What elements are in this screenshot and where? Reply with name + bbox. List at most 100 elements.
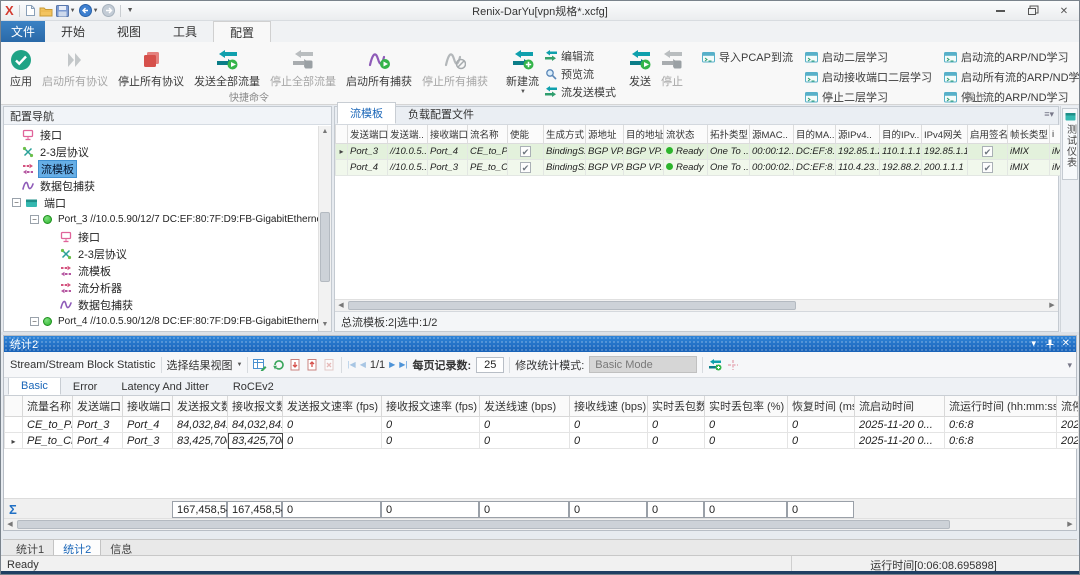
tab-latency-jitter[interactable]: Latency And Jitter xyxy=(109,379,220,395)
scrollbar-thumb[interactable] xyxy=(320,212,330,282)
tab-basic[interactable]: Basic xyxy=(8,377,61,395)
stats-row-ce-to-pe[interactable]: CE_to_PE Port_3 Port_4 84,032,841 84,032… xyxy=(5,417,1079,433)
scroll-down-icon[interactable]: ▼ xyxy=(319,319,331,331)
collapse-icon[interactable]: − xyxy=(12,198,21,207)
stream-row-ce-to-pe[interactable]: ▸ Port_3 //10.0.5... Port_4 CE_to_PE ✔ B… xyxy=(336,144,1064,160)
mode-apply-button[interactable] xyxy=(708,359,722,371)
tab-start[interactable]: 开始 xyxy=(45,21,101,42)
start-all-protocols-button[interactable]: 启动所有协议 xyxy=(37,45,113,91)
col-header[interactable]: 接收线速 (bps) xyxy=(570,396,648,417)
forward-button[interactable] xyxy=(102,4,115,17)
col-header[interactable]: 接收端口 xyxy=(428,125,468,144)
qat-customize-icon[interactable]: ▼ xyxy=(127,7,134,14)
panel-menu-icon[interactable]: ≡▾ xyxy=(1044,109,1054,120)
scroll-left-icon[interactable]: ◀ xyxy=(4,519,16,530)
import-pcap-button[interactable]: 导入PCAP到流 xyxy=(702,49,793,65)
enable-checkbox[interactable]: ✔ xyxy=(520,146,531,157)
col-header[interactable]: 帧长类型 xyxy=(1008,125,1050,144)
tab-config[interactable]: 配置 xyxy=(213,21,271,42)
collapse-icon[interactable]: − xyxy=(30,215,39,224)
col-header[interactable]: 实时丢包数 xyxy=(648,396,705,417)
scroll-right-icon[interactable]: ▶ xyxy=(1064,519,1076,530)
edit-stream-button[interactable]: 编辑流 xyxy=(544,48,616,64)
col-header[interactable]: 接收端口 xyxy=(123,396,173,417)
col-header[interactable]: 目的MA.. xyxy=(794,125,836,144)
col-header[interactable]: 发送端.. xyxy=(388,125,428,144)
stream-table-hscrollbar[interactable]: ◀ ▶ xyxy=(335,299,1058,311)
file-menu-button[interactable]: 文件 xyxy=(1,21,45,42)
tree-item-stream-template[interactable]: 流模板 xyxy=(4,160,318,177)
tree-item-port4[interactable]: − Port_4 //10.0.5.90/12/8 DC:EF:80:7F:D9… xyxy=(4,313,318,330)
stop-all-traffic-button[interactable]: 停止全部流量 xyxy=(265,45,341,91)
new-file-button[interactable] xyxy=(25,4,36,17)
tree-item-port3-stream-template[interactable]: 流模板 xyxy=(4,262,318,279)
tab-rocev2[interactable]: RoCEv2 xyxy=(221,379,286,395)
tab-tools[interactable]: 工具 xyxy=(157,21,213,42)
col-header[interactable]: 流停 xyxy=(1057,396,1079,417)
col-header[interactable]: 流名称 xyxy=(468,125,508,144)
collapse-icon[interactable]: − xyxy=(30,317,39,326)
save-dropdown-icon[interactable]: ▼ xyxy=(70,8,76,14)
col-header[interactable]: 源IPv4.. xyxy=(836,125,880,144)
col-header[interactable]: 发送端口 xyxy=(348,125,388,144)
new-stream-dropdown-icon[interactable]: ▼ xyxy=(520,89,526,95)
scroll-right-icon[interactable]: ▶ xyxy=(1046,300,1058,311)
col-header[interactable]: 流状态 xyxy=(664,125,708,144)
panel-dropdown-icon[interactable]: ▼ xyxy=(1030,340,1038,348)
select-result-view-button[interactable]: 选择结果视图▼ xyxy=(167,357,243,373)
col-header[interactable]: 发送报文数 xyxy=(173,396,228,417)
prev-page-icon[interactable]: ◀ xyxy=(360,360,366,369)
col-header[interactable]: 流启动时间 xyxy=(855,396,945,417)
minimize-button[interactable] xyxy=(991,4,1009,18)
edit-grid-button[interactable] xyxy=(253,358,267,371)
stop-button[interactable]: 停止 xyxy=(656,45,688,91)
scroll-left-icon[interactable]: ◀ xyxy=(335,300,347,311)
stream-send-mode-button[interactable]: 流发送模式 xyxy=(544,84,616,100)
col-header[interactable]: 生成方式 xyxy=(544,125,586,144)
export-all-button[interactable] xyxy=(307,359,319,371)
open-file-button[interactable] xyxy=(39,5,53,17)
scrollbar-thumb[interactable] xyxy=(17,520,950,529)
refresh-button[interactable] xyxy=(272,358,285,371)
clear-statistics-button[interactable] xyxy=(324,359,336,371)
stream-row-pe-to-ce[interactable]: Port_4 //10.0.5... Port_3 PE_to_CE ✔ Bin… xyxy=(336,160,1064,176)
col-header[interactable]: IPv4网关 xyxy=(922,125,968,144)
send-button[interactable]: 发送 xyxy=(624,45,656,91)
col-header[interactable]: 源地址 xyxy=(586,125,624,144)
start-all-streams-arp-nd-button[interactable]: 启动所有流的ARP/ND学习 xyxy=(944,69,1080,85)
col-header[interactable]: 接收报文数 xyxy=(228,396,283,417)
statistics-panel-header[interactable]: 统计2 ▼ ✕ xyxy=(4,336,1076,352)
tree-item-packet-capture[interactable]: 数据包捕获 xyxy=(4,177,318,194)
preview-stream-button[interactable]: 预览流 xyxy=(544,66,616,82)
tree-item-ports[interactable]: − 端口 xyxy=(4,194,318,211)
start-all-capture-button[interactable]: 启动所有捕获 xyxy=(341,45,417,91)
col-header[interactable]: 发送端口 xyxy=(73,396,123,417)
start-stream-arp-nd-button[interactable]: 启动流的ARP/ND学习 xyxy=(944,49,1080,65)
col-header[interactable]: 启用签名 xyxy=(968,125,1008,144)
stats-row-pe-to-ce[interactable]: ▸ PE_to_CE Port_4 Port_3 83,425,700 83,4… xyxy=(5,433,1079,449)
col-header[interactable]: 目的IPv.. xyxy=(880,125,922,144)
page-size-input[interactable] xyxy=(476,357,504,373)
scrollbar-thumb[interactable] xyxy=(348,301,796,310)
scroll-up-icon[interactable]: ▲ xyxy=(319,126,331,138)
col-header[interactable]: 实时丢包率 (%) xyxy=(705,396,788,417)
export-result-button[interactable] xyxy=(290,359,302,371)
apply-button[interactable]: 应用 xyxy=(5,45,37,91)
tree-item-port3[interactable]: − Port_3 //10.0.5.90/12/7 DC:EF:80:7F:D9… xyxy=(4,211,318,228)
signature-checkbox[interactable]: ✔ xyxy=(982,162,993,173)
signature-checkbox[interactable]: ✔ xyxy=(982,146,993,157)
save-button[interactable]: ▼ xyxy=(56,5,76,17)
restore-button[interactable] xyxy=(1023,4,1041,18)
toolbar-overflow-icon[interactable]: ▾ xyxy=(1067,360,1072,371)
stop-all-capture-button[interactable]: 停止所有捕获 xyxy=(417,45,493,91)
col-header[interactable]: 目的地址 xyxy=(624,125,664,144)
tree-item-port3-stream-analyzer[interactable]: 流分析器 xyxy=(4,279,318,296)
send-all-traffic-button[interactable]: 发送全部流量 xyxy=(189,45,265,91)
back-button[interactable]: ▼ xyxy=(79,4,99,17)
start-rx-port-l2-learning-button[interactable]: 启动接收端口二层学习 xyxy=(805,69,932,85)
tab-stream-template[interactable]: 流模板 xyxy=(337,102,396,124)
last-page-icon[interactable]: ▶| xyxy=(399,360,407,369)
statistics-hscrollbar[interactable]: ◀ ▶ xyxy=(4,518,1076,530)
new-stream-button[interactable]: 新建流 ▼ xyxy=(501,45,544,97)
tester-side-tab[interactable]: 测试仪表 xyxy=(1062,108,1078,180)
